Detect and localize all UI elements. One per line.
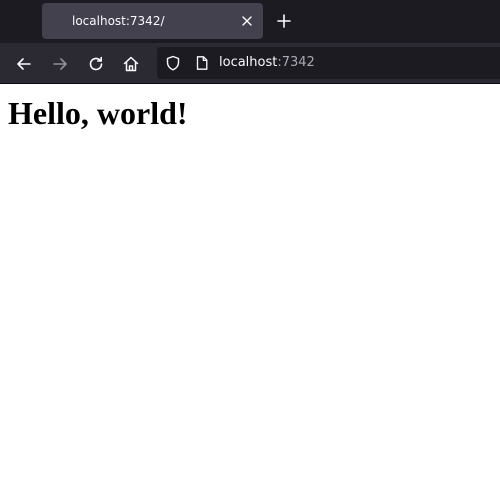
page-content: Hello, world! — [0, 84, 500, 500]
plus-icon[interactable] — [276, 13, 292, 29]
navigation-toolbar: localhost:7342 — [0, 43, 500, 84]
tab-strip: localhost:7342/ — [0, 0, 500, 43]
home-icon[interactable] — [122, 55, 140, 73]
url-text[interactable]: localhost:7342 — [219, 47, 315, 79]
browser-window: localhost:7342/ localhost:7342 Hello, wo… — [0, 0, 500, 500]
tab-localhost[interactable]: localhost:7342/ — [42, 3, 263, 39]
url-host: localhost — [219, 55, 278, 70]
address-bar[interactable]: localhost:7342 — [157, 47, 500, 79]
url-port: :7342 — [277, 55, 315, 70]
page-icon[interactable] — [194, 55, 210, 71]
page-heading: Hello, world! — [8, 95, 188, 131]
close-icon[interactable] — [240, 14, 254, 28]
tab-title: localhost:7342/ — [72, 14, 165, 28]
shield-icon[interactable] — [165, 55, 181, 71]
reload-icon[interactable] — [87, 55, 105, 73]
arrow-left-icon[interactable] — [15, 55, 33, 73]
arrow-right-icon[interactable] — [51, 55, 69, 73]
